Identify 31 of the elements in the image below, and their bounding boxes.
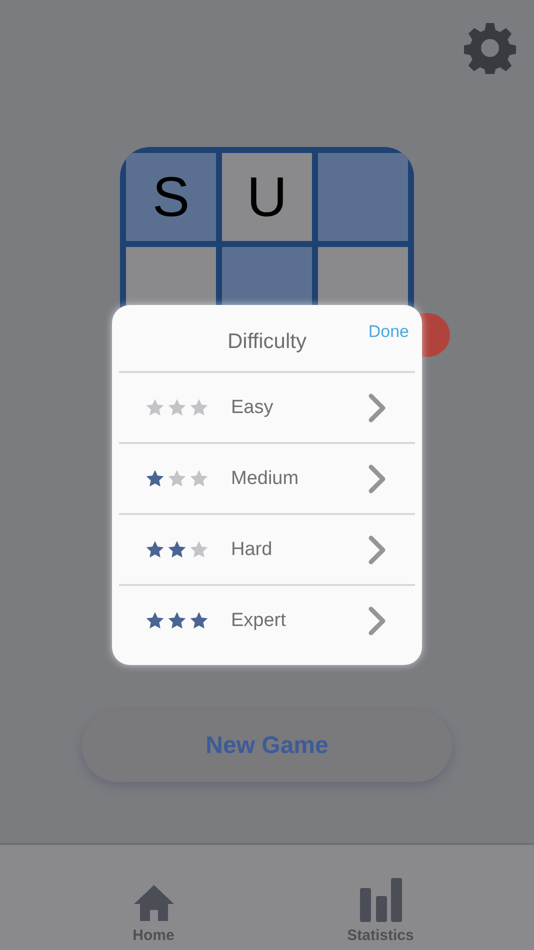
star-icon [167, 611, 187, 630]
star-icon [189, 398, 209, 417]
difficulty-label: Expert [231, 610, 287, 632]
logo-tile: S [126, 153, 216, 241]
star-icon [189, 611, 209, 630]
star-icon [189, 540, 209, 559]
difficulty-label: Easy [231, 396, 274, 418]
settings-icon[interactable] [464, 22, 516, 74]
logo-tile: U [222, 153, 312, 241]
difficulty-option[interactable]: Easy [119, 373, 415, 444]
difficulty-option[interactable]: Medium [119, 444, 415, 515]
dialog-title: Difficulty [228, 330, 306, 354]
star-icon [167, 469, 187, 488]
difficulty-label: Hard [231, 538, 274, 560]
chevron-icon [367, 462, 387, 494]
star-icon [145, 469, 165, 488]
home-icon [132, 883, 174, 923]
done-button[interactable]: Done [368, 322, 409, 342]
star-icon [145, 611, 165, 630]
star-icon [167, 540, 187, 559]
star-icon [145, 398, 165, 417]
star-icon [167, 398, 187, 417]
chevron-icon [367, 534, 387, 566]
difficulty-label: Medium [231, 468, 300, 490]
chevron-icon [367, 604, 387, 636]
difficulty-option[interactable]: Hard [119, 515, 415, 586]
star-icon [189, 469, 209, 488]
star-icon [145, 540, 165, 559]
bar-chart-icon [358, 877, 402, 923]
chevron-icon [367, 392, 387, 424]
difficulty-option[interactable]: Expert [119, 586, 415, 655]
